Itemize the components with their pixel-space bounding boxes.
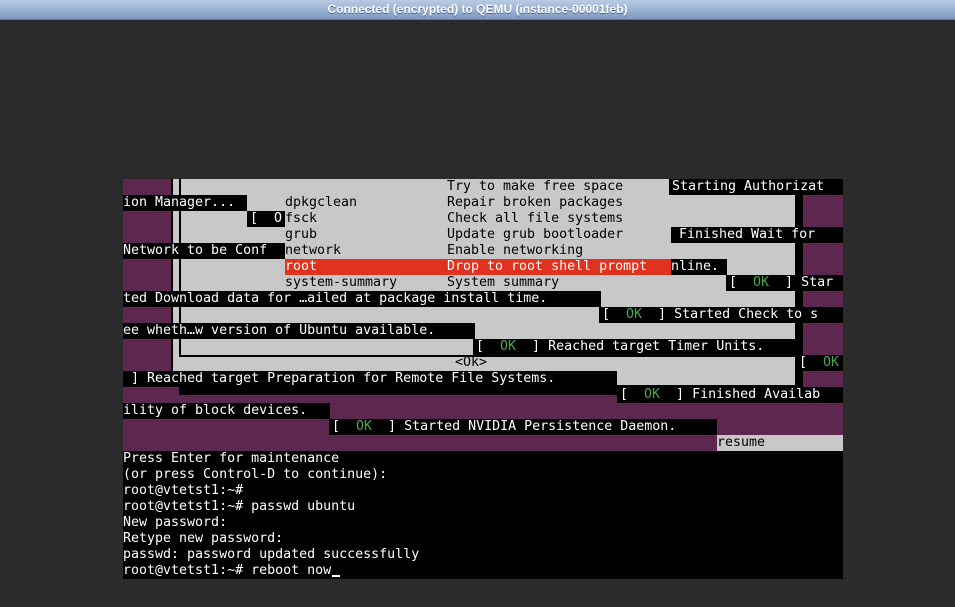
menu-item-clean-desc: Try to make free space [447, 179, 624, 194]
menu-item-clean[interactable]: clean [285, 179, 357, 210]
shell-line: New password: [123, 515, 228, 530]
menu-item-fsck-desc: Check all file systems [447, 211, 624, 226]
menu-item-network-desc: Enable networking [447, 243, 584, 258]
vnc-title-bar: Connected (encrypted) to QEMU (instance-… [0, 0, 955, 20]
log-download-data: ted Download data for …ailed at package … [123, 291, 548, 306]
log-finished-wait: Finished Wait for [679, 227, 816, 242]
ok-tag: OK [644, 387, 661, 402]
menu-item-fsck[interactable]: fsck [285, 211, 317, 227]
menu-item-dpkg[interactable]: dpkg [285, 195, 317, 211]
menu-item-system-summary[interactable]: system-summary [285, 275, 397, 291]
menu-item-name: clean [317, 195, 358, 210]
shell-line: root@vtetst1:~# [123, 483, 244, 498]
log-new-version: ee wheth…w version of Ubuntu available. [123, 323, 436, 338]
log-ok-row-15: [ OK ] Started NVIDIA Persistence Daemon… [332, 419, 677, 434]
menu-item-root[interactable]: root [285, 259, 317, 275]
log-star: Star [801, 275, 834, 290]
console-screen[interactable]: clean Try to make free space dpkg Repair… [123, 179, 843, 579]
log-starting-authorization: Starting Authorizat [672, 179, 825, 194]
text-cursor [332, 575, 341, 577]
menu-item-dpkg-desc: Repair broken packages [447, 195, 624, 210]
log-remote-fs: ] Reached target Preparation for Remote … [131, 371, 556, 386]
ok-tag: OK [823, 355, 840, 370]
log-ok-right-frag: [ OK [799, 355, 840, 370]
log-ok-row-11: [ OK ] Reached target Timer Units. [476, 339, 765, 354]
shell-line: Press Enter for maintenance [123, 451, 340, 466]
ok-tag: OK [500, 339, 517, 354]
menu-item-network[interactable]: network [285, 243, 341, 259]
shell-current-input: root@vtetst1:~# reboot now [123, 563, 332, 578]
log-nvidia-daemon: Started NVIDIA Persistence Daemon. [404, 419, 677, 434]
log-ok-fragment: [ O [250, 211, 283, 226]
shell-input-line[interactable]: root@vtetst1:~# reboot now [123, 563, 341, 579]
ok-button[interactable]: <Ok> [455, 355, 487, 371]
menu-item-grub-desc: Update grub bootloader [447, 227, 624, 242]
ok-tag: OK [626, 307, 643, 322]
shell-line: passwd: password updated successfully [123, 547, 420, 562]
ok-tag: OK [753, 275, 770, 290]
log-ion-manager: ion Manager... [123, 195, 236, 210]
menu-item-grub[interactable]: grub [285, 227, 317, 243]
log-block-devices: ility of block devices. [123, 403, 308, 418]
log-timer-units: Reached target Timer Units. [548, 339, 765, 354]
shell-line: root@vtetst1:~# passwd ubuntu [123, 499, 356, 514]
log-ok-row-7: [ OK ] Star [729, 275, 834, 290]
log-network-conf: Network to be Conf [123, 243, 268, 258]
menu-item-root-desc: Drop to root shell prompt [447, 259, 648, 274]
ok-tag: OK [356, 419, 373, 434]
shell-line: (or press Control-D to continue): [123, 467, 388, 482]
resume-field[interactable]: resume [717, 435, 765, 451]
log-ok-row-13: [ OK ] Finished Availab [620, 387, 821, 402]
log-started-check: Started Check to s [674, 307, 819, 322]
menu-bottom-border [179, 355, 797, 357]
log-ok-row-9: [ OK ] Started Check to s [602, 307, 819, 322]
log-finished-availab: Finished Availab [692, 387, 821, 402]
log-online: nline. [671, 259, 720, 274]
shell-line: Retype new password: [123, 531, 284, 546]
menu-item-system-summary-desc: System summary [447, 275, 560, 290]
